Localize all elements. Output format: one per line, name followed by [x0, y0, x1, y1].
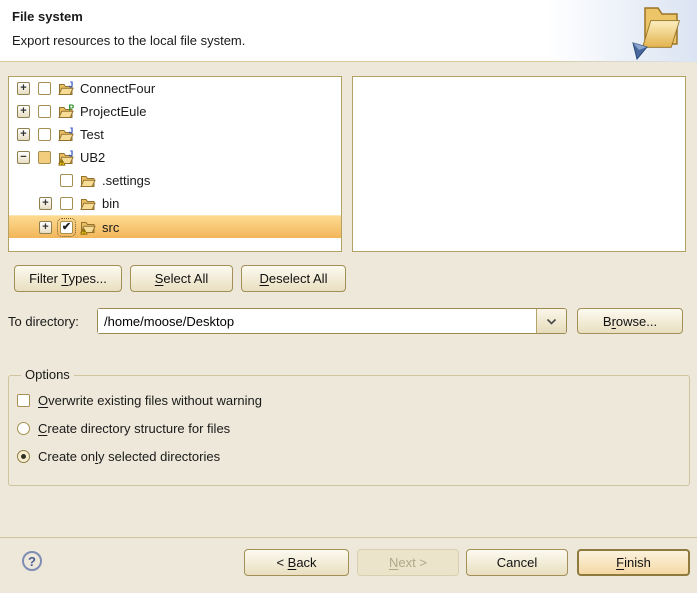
tree-item-test[interactable]: + J Test — [9, 123, 341, 146]
create-only-option[interactable]: Create only selected directories — [17, 449, 220, 464]
folder-java-warning-icon: J — [58, 150, 74, 166]
overwrite-checkbox[interactable] — [17, 394, 30, 407]
folder-java-icon: J — [58, 81, 74, 97]
folder-icon — [80, 196, 96, 212]
label-part: owse... — [616, 314, 657, 329]
expand-icon[interactable]: + — [17, 128, 30, 141]
tree-checkbox[interactable] — [38, 128, 51, 141]
create-structure-option[interactable]: Create directory structure for files — [17, 421, 230, 436]
tree-checkbox[interactable]: ✔ — [60, 221, 73, 234]
tree-item-bin[interactable]: + bin — [9, 192, 341, 215]
destination-combo — [97, 308, 567, 334]
label-part: O — [38, 393, 48, 408]
label-part: Cancel — [497, 555, 537, 570]
tree-item-label: ProjectEule — [80, 104, 150, 119]
file-list-panel[interactable] — [352, 76, 686, 252]
label-part: reate directory structure for files — [47, 421, 230, 436]
to-directory-label: To directory: — [8, 314, 79, 329]
tree-item-label: .settings — [102, 173, 154, 188]
help-icon[interactable]: ? — [22, 551, 42, 571]
export-wizard-dialog: File system Export resources to the loca… — [0, 0, 697, 593]
expand-icon[interactable]: + — [39, 197, 52, 210]
overwrite-label: Overwrite existing files without warning — [38, 393, 262, 408]
collapse-icon[interactable]: − — [17, 151, 30, 164]
tree-checkbox[interactable] — [60, 174, 73, 187]
tree-item-settings[interactable]: .settings — [9, 169, 341, 192]
finish-button[interactable]: Finish — [577, 549, 690, 576]
label-part: y selected directories — [98, 449, 220, 464]
deselect-all-button[interactable]: Deselect All — [241, 265, 346, 292]
create-only-radio[interactable] — [17, 450, 30, 463]
destination-input[interactable] — [98, 309, 536, 333]
folder-icon — [80, 173, 96, 189]
wizard-header: File system Export resources to the loca… — [0, 0, 697, 62]
folder-warning-icon — [80, 219, 96, 235]
create-structure-label: Create directory structure for files — [38, 421, 230, 436]
label-part: B — [603, 314, 612, 329]
expand-icon[interactable]: + — [39, 221, 52, 234]
options-legend: Options — [21, 367, 74, 382]
label-part: verwrite existing files without warning — [48, 393, 262, 408]
page-subtitle: Export resources to the local file syste… — [12, 33, 245, 48]
svg-text:J: J — [69, 127, 74, 136]
expand-icon[interactable]: + — [17, 82, 30, 95]
tree-checkbox[interactable] — [60, 197, 73, 210]
tree-item-label: bin — [102, 196, 123, 211]
label-part: Filter — [29, 271, 61, 286]
label-part: ypes... — [69, 271, 107, 286]
expand-icon[interactable]: + — [17, 105, 30, 118]
tree-item-label: ConnectFour — [80, 81, 159, 96]
back-button[interactable]: < Back — [244, 549, 349, 576]
footer-separator — [0, 537, 697, 538]
tree-item-ub2[interactable]: − J UB2 — [9, 146, 341, 169]
create-only-label: Create only selected directories — [38, 449, 220, 464]
label-part: N — [389, 555, 398, 570]
tree-checkbox[interactable] — [38, 151, 51, 164]
browse-button[interactable]: Browse... — [577, 308, 683, 334]
tree-item-label: src — [102, 220, 123, 235]
tree-item-connectfour[interactable]: + J ConnectFour — [9, 77, 341, 100]
label-part: eselect All — [269, 271, 328, 286]
tree-item-projecteule[interactable]: + P ProjectEule — [9, 100, 341, 123]
label-part: Create on — [38, 449, 95, 464]
label-part: < — [276, 555, 287, 570]
chevron-down-icon — [546, 318, 557, 325]
overwrite-option[interactable]: Overwrite existing files without warning — [17, 393, 262, 408]
cancel-button[interactable]: Cancel — [466, 549, 568, 576]
svg-text:J: J — [69, 81, 74, 90]
label-part: elect All — [163, 271, 208, 286]
export-folder-icon — [625, 3, 685, 61]
label-part: T — [61, 271, 68, 286]
tree-item-label: Test — [80, 127, 108, 142]
label-part: ack — [296, 555, 316, 570]
next-button: Next > — [357, 549, 459, 576]
svg-text:J: J — [69, 150, 74, 159]
combo-dropdown-button[interactable] — [536, 309, 566, 333]
tree-item-src[interactable]: + ✔ src — [9, 215, 341, 238]
tree-item-label: UB2 — [80, 150, 109, 165]
create-structure-radio[interactable] — [17, 422, 30, 435]
select-all-button[interactable]: Select All — [130, 265, 233, 292]
label-part: inish — [624, 555, 651, 570]
tree-checkbox[interactable] — [38, 105, 51, 118]
label-part: ext > — [398, 555, 427, 570]
label-part: D — [260, 271, 269, 286]
resource-tree: + J ConnectFour + P ProjectEule + J Test − J UB2 .se… — [8, 76, 342, 252]
options-group: Options Overwrite existing files without… — [8, 375, 690, 486]
tree-checkbox[interactable] — [38, 82, 51, 95]
label-part: C — [38, 421, 47, 436]
folder-java-p-icon: P — [58, 104, 74, 120]
page-title: File system — [12, 9, 83, 24]
filter-types-button[interactable]: Filter Types... — [14, 265, 122, 292]
svg-text:P: P — [69, 104, 75, 113]
label-part: F — [616, 555, 624, 570]
folder-java-icon: J — [58, 127, 74, 143]
